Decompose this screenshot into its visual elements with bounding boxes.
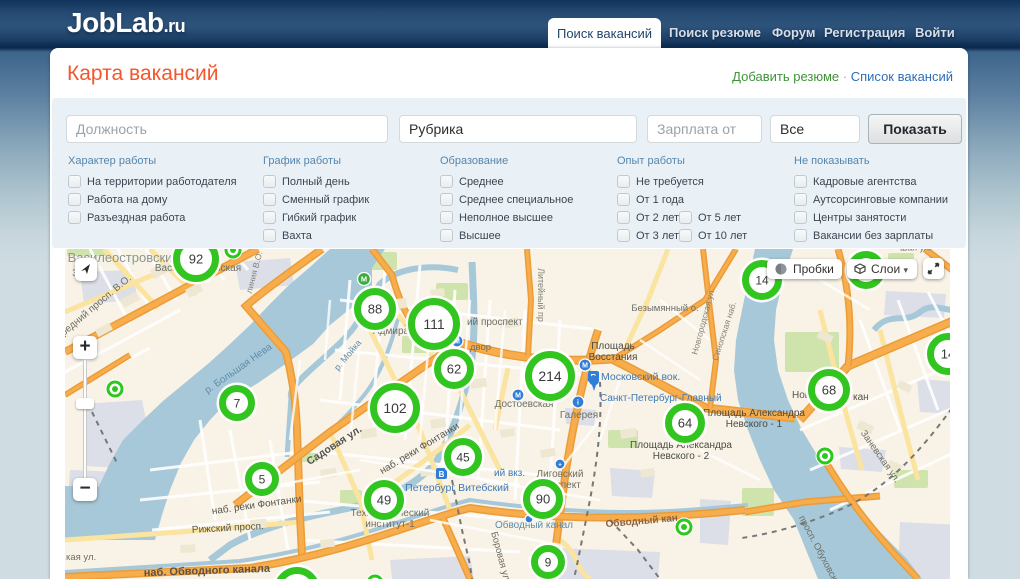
svg-text:68: 68 [822,383,836,398]
svg-text:Литейный пр: Литейный пр [536,268,546,322]
svg-text:кая ул.: кая ул. [66,552,96,563]
svg-text:45: 45 [456,450,470,464]
svg-text:Невского - 1: Невского - 1 [726,419,783,430]
svg-text:шая ул.: шая ул. [900,249,932,253]
svg-text:Площадь: Площадь [591,341,635,352]
svg-text:М: М [582,363,588,370]
svg-text:Площадь Александра: Площадь Александра [703,408,805,419]
svg-text:64: 64 [678,416,692,431]
svg-text:Галерея: Галерея [560,410,598,421]
svg-text:Московский вок.: Московский вок. [601,371,680,383]
svg-text:Обводный канал: Обводный канал [495,519,573,531]
svg-text:+: + [558,463,562,469]
svg-text:111: 111 [423,316,444,332]
svg-text:102: 102 [383,400,407,416]
svg-text:В: В [439,470,445,479]
svg-text:Восстания: Восстания [589,352,638,363]
svg-text:ий проспект: ий проспект [467,317,523,328]
svg-text:49: 49 [377,493,391,508]
svg-text:i: i [577,400,579,407]
svg-text:7: 7 [234,396,241,410]
svg-text:92: 92 [189,252,203,267]
svg-text:14: 14 [941,347,950,362]
svg-text:62: 62 [447,362,461,377]
svg-text:5: 5 [259,472,266,486]
svg-text:90: 90 [536,492,550,507]
svg-text:9: 9 [545,555,552,569]
svg-text:Петербург Витебский: Петербург Витебский [405,482,509,494]
svg-text:кан: кан [853,392,869,403]
svg-text:М: М [515,393,521,400]
svg-text:214: 214 [538,368,562,384]
svg-text:М: М [361,275,367,284]
svg-text:ий вкз.: ий вкз. [494,468,525,479]
svg-text:Санкт-Петербург-Главный: Санкт-Петербург-Главный [600,392,722,404]
svg-text:88: 88 [368,302,382,317]
svg-text:Безымянный о.: Безымянный о. [631,303,698,314]
svg-text:двор: двор [470,342,491,353]
svg-text:Невского - 2: Невского - 2 [653,451,710,462]
